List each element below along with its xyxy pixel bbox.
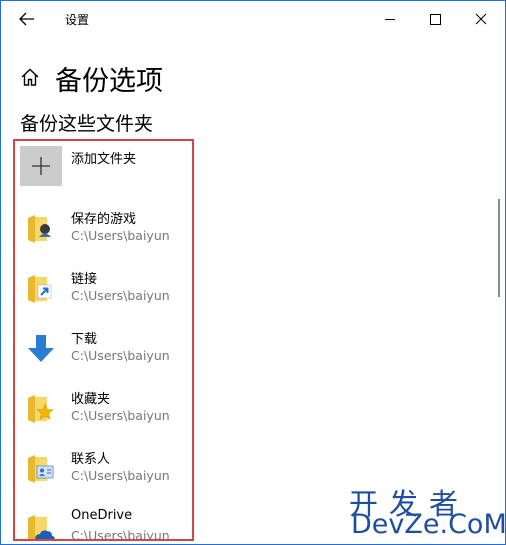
page-title: 备份选项 [55, 66, 163, 97]
folder-item-contacts[interactable]: 联系人 C:\Users\baiyun [15, 446, 192, 498]
saved-games-folder-icon [28, 215, 51, 243]
back-arrow-icon [19, 12, 34, 26]
downloads-icon [28, 335, 54, 362]
plus-icon [32, 157, 50, 175]
watermark: 开发者 DevZe.CoM [349, 481, 505, 541]
folder-path: C:\Users\baiyun [71, 288, 170, 303]
close-button[interactable] [458, 1, 504, 37]
folder-item-favorites[interactable]: 收藏夹 C:\Users\baiyun [15, 386, 192, 438]
favorites-folder-icon [28, 395, 54, 423]
backup-folder-list: 添加文件夹 保存的游戏 C:\Users\baiyun 链接 C:\Users\… [13, 139, 194, 541]
contacts-folder-icon [28, 455, 54, 483]
onedrive-folder-icon [28, 515, 55, 539]
window-title: 设置 [65, 13, 90, 27]
folder-name: 联系人 [71, 452, 111, 467]
folder-item-saved-games[interactable]: 保存的游戏 C:\Users\baiyun [15, 206, 192, 258]
vertical-scrollbar[interactable] [498, 199, 500, 297]
folder-item-onedrive[interactable]: OneDrive C:\Users\baiyun [15, 506, 192, 541]
folder-path: C:\Users\baiyun [71, 528, 170, 541]
add-folder-label[interactable]: 添加文件夹 [71, 148, 136, 167]
minimize-button[interactable] [367, 1, 413, 37]
watermark-line2: DevZe.CoM [351, 509, 506, 540]
section-title: 备份这些文件夹 [20, 113, 154, 135]
home-icon[interactable] [19, 66, 41, 88]
folder-name: 收藏夹 [71, 392, 111, 407]
back-button[interactable] [15, 8, 39, 30]
folder-name: OneDrive [71, 508, 133, 523]
folder-path: C:\Users\baiyun [71, 468, 170, 483]
links-folder-icon [28, 275, 52, 303]
minimize-icon [385, 19, 395, 20]
folder-path: C:\Users\baiyun [71, 228, 170, 243]
folder-path: C:\Users\baiyun [71, 408, 170, 423]
settings-window: 设置 备份选项 备份这些文件夹 添加文件夹 保存的游戏 C:\Users\bai… [0, 0, 506, 545]
maximize-button[interactable] [412, 1, 458, 37]
folder-name: 下载 [71, 332, 98, 347]
folder-name: 链接 [71, 272, 98, 287]
folder-item-links[interactable]: 链接 C:\Users\baiyun [15, 266, 192, 318]
title-bar: 设置 [1, 1, 505, 37]
folder-path: C:\Users\baiyun [71, 348, 170, 363]
folder-name: 保存的游戏 [71, 212, 137, 227]
folder-item-downloads[interactable]: 下载 C:\Users\baiyun [15, 326, 192, 378]
add-folder-button[interactable] [20, 146, 62, 186]
maximize-icon [430, 14, 441, 25]
close-icon [475, 13, 487, 25]
